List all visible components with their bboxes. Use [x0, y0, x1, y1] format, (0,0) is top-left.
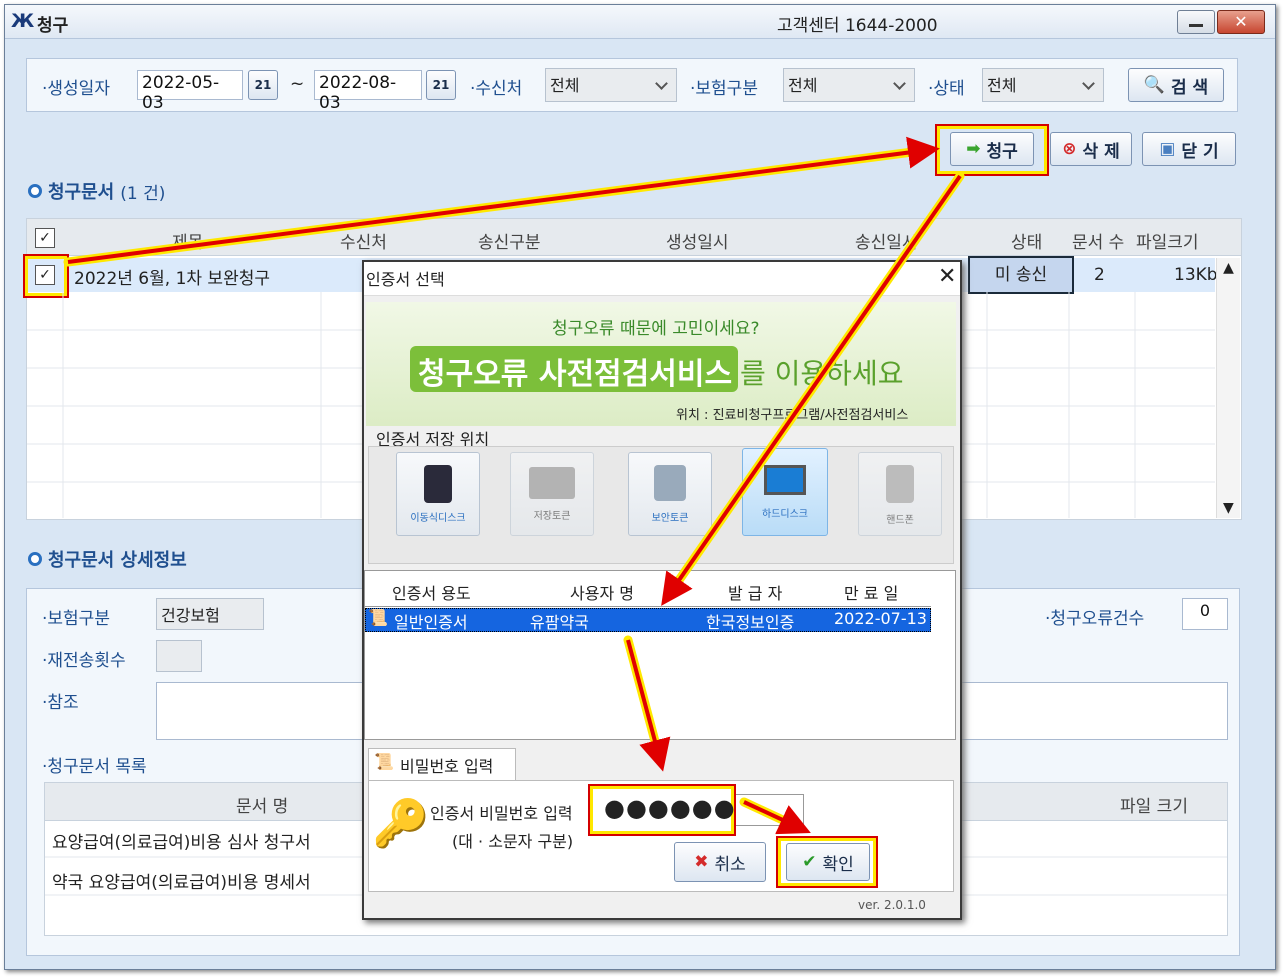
claims-scrollbar[interactable]: ▲ ▼ — [1216, 258, 1240, 518]
select-all-checkbox[interactable]: ✓ — [35, 228, 55, 248]
calendar-icon: 21 — [432, 78, 450, 92]
monitor-icon — [764, 465, 806, 495]
receiver-select[interactable]: 전체 — [545, 68, 677, 102]
close-window-button[interactable]: ✕ — [1217, 10, 1265, 34]
cancel-button[interactable]: ✖ 취소 — [674, 842, 766, 882]
cert-col-use: 인증서 용도 — [392, 584, 471, 603]
card-icon — [529, 467, 575, 499]
usb-icon — [424, 465, 452, 503]
cert-use: 일반인증서 — [394, 613, 468, 632]
window-title: 청구 — [37, 16, 69, 36]
close-form-icon: ▣ — [1159, 139, 1176, 159]
storage-harddisk[interactable]: 하드디스크 — [742, 448, 828, 536]
calendar-to-button[interactable]: 21 — [426, 70, 456, 100]
title-bar: Ж 청구 고객센터 1644-2000 ✕ — [5, 5, 1275, 39]
cert-user: 유팜약국 — [530, 613, 589, 632]
minimize-button[interactable] — [1177, 10, 1215, 34]
key-doc-icon: 📜 — [374, 752, 394, 771]
detail-section-title: 청구문서 상세정보 — [28, 546, 187, 572]
row-size: 13Kb — [1174, 265, 1218, 285]
cert-expiry: 2022-07-13 — [834, 609, 927, 628]
dialog-close-icon[interactable]: ✕ — [938, 264, 956, 289]
cert-col-user: 사용자 명 — [570, 584, 634, 603]
date-from-input[interactable]: 2022-05-03 — [137, 70, 243, 113]
section-bullet-icon — [28, 552, 42, 566]
col-created: 생성일시 — [666, 233, 729, 253]
storage-phone: 핸드폰 — [858, 452, 942, 536]
status-select[interactable]: 전체 — [982, 68, 1104, 102]
detail-insurance-value: 건강보험 — [156, 598, 264, 630]
banner-tail-text: 를 이용하세요 — [740, 357, 904, 390]
detail-error-value: 0 — [1182, 598, 1228, 630]
detail-insurance-label: ·보험구분 — [42, 609, 110, 629]
col-docs: 문서 수 — [1072, 233, 1125, 253]
storage-removable[interactable]: 이동식디스크 — [396, 452, 480, 536]
detail-list-label: ·청구문서 목록 — [42, 757, 147, 777]
storage-secure-token[interactable]: 보안토큰 — [628, 452, 712, 536]
col-send-type: 송신구분 — [478, 233, 541, 253]
col-title: 제목 — [172, 233, 204, 253]
col-sent: 송신일시 — [855, 233, 918, 253]
minimize-icon — [1189, 24, 1203, 27]
date-to-input[interactable]: 2022-08-03 — [314, 70, 422, 113]
detail-resend-label: ·재전송횟수 — [42, 651, 126, 671]
doc-col-size: 파일 크기 — [1120, 797, 1188, 817]
detail-error-label: ·청구오류건수 — [1045, 609, 1145, 629]
app-logo-icon: Ж — [11, 10, 35, 32]
pw-label: 인증서 비밀번호 입력 — [430, 804, 573, 823]
delete-button[interactable]: ⊗ 삭 제 — [1050, 132, 1132, 166]
insurance-select[interactable]: 전체 — [783, 68, 915, 102]
pw-value: ●●●●●● — [604, 794, 736, 822]
calendar-from-button[interactable]: 21 — [248, 70, 278, 100]
key-icon: 🔑 — [372, 796, 430, 850]
pw-tab-label: 비밀번호 입력 — [400, 757, 494, 776]
scroll-down-icon: ▼ — [1223, 500, 1234, 516]
dialog-title: 인증서 선택 — [366, 270, 445, 289]
cert-issuer: 한국정보인증 — [706, 613, 795, 632]
calendar-icon: 21 — [254, 78, 272, 92]
dialog-version: ver. 2.0.1.0 — [858, 898, 926, 912]
insurance-label: ·보험구분 — [690, 79, 758, 99]
row-title: 2022년 6월, 1차 보완청구 — [74, 269, 270, 289]
detail-ref-label: ·참조 — [42, 693, 79, 713]
arrow-right-icon: ➡ — [966, 139, 981, 159]
close-button[interactable]: ▣ 닫 기 — [1142, 132, 1236, 166]
scroll-up-icon: ▲ — [1223, 260, 1234, 276]
delete-icon: ⊗ — [1062, 139, 1077, 159]
col-size: 파일크기 — [1136, 233, 1199, 253]
banner-top-text: 청구오류 때문에 고민이세요? — [552, 319, 760, 339]
col-receiver: 수신처 — [340, 233, 387, 253]
date-tilde: ~ — [290, 74, 305, 94]
claim-button[interactable]: ➡ 청구 — [950, 132, 1034, 166]
cancel-icon: ✖ — [694, 852, 709, 872]
doc-col-name: 문서 명 — [236, 797, 289, 817]
search-button[interactable]: 🔍 검 색 — [1128, 68, 1224, 102]
date-label: ·생성일자 — [42, 79, 110, 99]
claims-section-title: 청구문서 (1 건) — [28, 178, 165, 204]
dialog-title-bar — [364, 262, 960, 296]
detail-resend-value — [156, 640, 202, 672]
receiver-label: ·수신처 — [470, 79, 523, 99]
row-checkbox-highlight — [23, 254, 69, 298]
claims-table-header — [27, 219, 1241, 256]
phone-icon — [886, 465, 914, 503]
support-phone: 고객센터 1644-2000 — [777, 16, 938, 36]
banner-location: 위치 : 진료비청구프로그램/사전점검서비스 — [676, 408, 909, 423]
col-status: 상태 — [1011, 233, 1043, 253]
close-icon: ✕ — [1234, 12, 1248, 31]
check-icon: ✔ — [802, 852, 817, 872]
ok-button[interactable]: ✔ 확인 — [786, 843, 870, 881]
status-label: ·상태 — [928, 79, 965, 99]
search-icon: 🔍 — [1143, 75, 1165, 95]
cert-col-issuer: 발 급 자 — [728, 584, 783, 603]
pw-hint: (대 · 소문자 구분) — [452, 832, 574, 851]
row-status: 미 송신 — [968, 256, 1074, 294]
cert-icon: 📜 — [368, 608, 388, 627]
lock-icon — [654, 465, 686, 501]
storage-token: 저장토큰 — [510, 452, 594, 536]
banner-main-text: 청구오류 사전점검서비스 — [418, 357, 733, 392]
section-bullet-icon — [28, 184, 42, 198]
cert-col-expiry: 만 료 일 — [844, 584, 899, 603]
row-docs: 2 — [1094, 265, 1105, 285]
